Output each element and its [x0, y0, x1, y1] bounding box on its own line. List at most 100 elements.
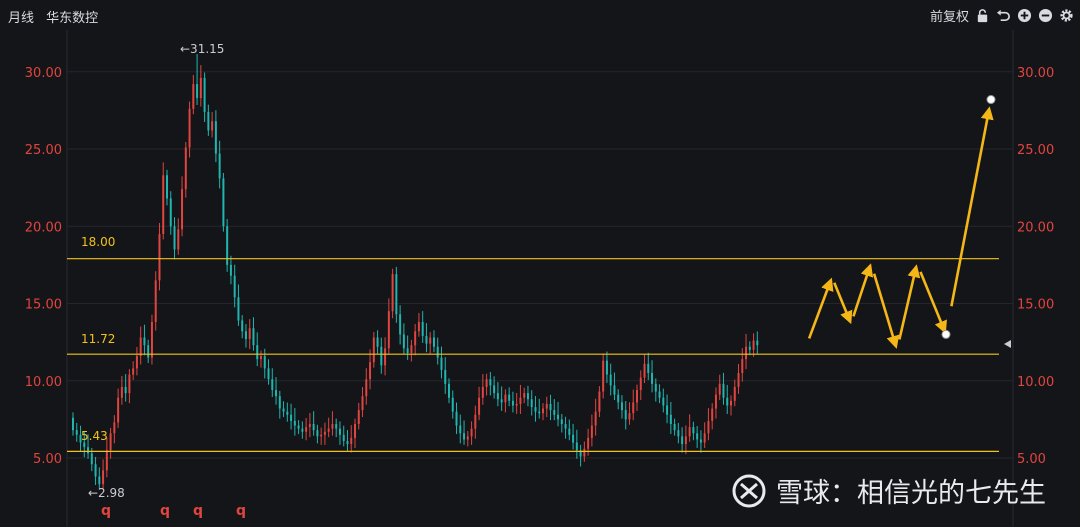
q-marker: q [193, 503, 203, 519]
candle-body [109, 433, 112, 451]
lock-icon[interactable] [975, 8, 990, 23]
candle-body [474, 414, 477, 429]
gear-icon[interactable] [1059, 8, 1074, 23]
support-resistance-lines [67, 258, 999, 452]
candle-body [323, 431, 326, 435]
header-toolbar: 前复权 [930, 6, 1074, 25]
candle-body [143, 337, 146, 346]
candle-body [432, 337, 435, 347]
candle-body [350, 437, 353, 445]
candle-body [263, 356, 266, 369]
projection-arrows [807, 95, 996, 349]
candle-body [211, 121, 214, 131]
candle-body [598, 391, 601, 412]
candle-body [256, 345, 259, 360]
candle-body [128, 374, 131, 394]
candle-body [361, 396, 364, 411]
candle-body [590, 425, 593, 438]
candle-body [150, 322, 153, 358]
y-axis-left: 30.00 25.00 20.00 15.00 10.00 5.00 [25, 66, 62, 467]
candle-body [651, 373, 654, 384]
candle-body [752, 340, 755, 350]
candle-body [365, 379, 368, 397]
candle-body [184, 147, 187, 190]
adjust-mode-button[interactable]: 前复权 [930, 6, 969, 25]
candle-body [102, 470, 105, 485]
candle-body [414, 331, 417, 346]
candle-body [500, 399, 503, 403]
candle-body [117, 397, 120, 423]
candle-body [312, 424, 315, 431]
candle-body [399, 314, 402, 335]
candle-body [481, 386, 484, 398]
candle-body [737, 373, 740, 387]
candle-body [199, 77, 202, 99]
candle-body [530, 399, 533, 408]
watermark: 雪球：相信光的七先生 [732, 471, 1046, 510]
y-tick-label: 10.00 [25, 375, 62, 390]
q-marker: q [101, 503, 111, 519]
candle-body [444, 369, 447, 384]
candle-body [741, 359, 744, 374]
candle-body [316, 430, 319, 437]
candle-body [237, 297, 240, 321]
candle-body [534, 407, 537, 412]
candle-body [90, 453, 93, 465]
candle-body [526, 393, 529, 400]
candle-body [632, 402, 635, 414]
candle-body [391, 274, 394, 312]
candle-body [489, 379, 492, 386]
candle-body [639, 377, 642, 391]
candle-body [692, 427, 695, 434]
level-label-18: 18.00 [81, 235, 115, 249]
y-tick-label: 20.00 [25, 220, 62, 235]
candle-body [511, 400, 514, 406]
candle-body [568, 428, 571, 435]
candle-body [624, 410, 627, 420]
candle-body [162, 175, 165, 234]
candle-body [338, 428, 341, 435]
y-tick-label: 20.00 [1017, 220, 1054, 235]
candle-body [301, 428, 304, 432]
candle-body [293, 420, 296, 426]
xueqiu-logo-icon [732, 474, 766, 507]
candle-body [290, 414, 293, 421]
zoom-out-icon[interactable] [1038, 8, 1053, 23]
candle-body [166, 175, 168, 199]
candle-body [557, 414, 560, 420]
candle-body [98, 476, 101, 485]
candle-body [147, 345, 150, 358]
candle-body [647, 363, 650, 374]
y-tick-label: 5.00 [33, 452, 62, 467]
candle-body [654, 383, 657, 392]
candle-body [113, 422, 116, 434]
candle-body [436, 346, 439, 358]
undo-icon[interactable] [996, 8, 1011, 23]
kline-chart[interactable]: 30.00 25.00 20.00 15.00 10.00 5.00 30.00 25.00… [0, 0, 1080, 527]
y-tick-label: 5.00 [1017, 452, 1046, 467]
candle-body [613, 385, 616, 395]
price-pointer-icon [1004, 340, 1011, 348]
projection-arrow [852, 263, 874, 317]
header-left: 月线 华东数控 [8, 7, 106, 26]
candle-body [542, 408, 544, 414]
candle-body [594, 411, 597, 426]
candle-body [575, 442, 578, 451]
candle-body [470, 428, 473, 437]
candle-body [83, 442, 86, 448]
candle-body [181, 189, 184, 230]
zoom-in-icon[interactable] [1017, 8, 1032, 23]
candle-body [282, 408, 285, 412]
candle-body [320, 434, 323, 437]
projection-target-point [986, 95, 996, 105]
level-label-543: 5.43 [81, 429, 108, 443]
candle-body [459, 425, 462, 434]
candle-body [305, 427, 308, 432]
candle-body [549, 403, 552, 411]
candle-body [222, 178, 225, 227]
candles [72, 53, 759, 490]
candle-body [387, 311, 390, 349]
candle-body [188, 108, 191, 148]
period-label[interactable]: 月线 [8, 11, 34, 26]
candle-body [380, 346, 383, 366]
